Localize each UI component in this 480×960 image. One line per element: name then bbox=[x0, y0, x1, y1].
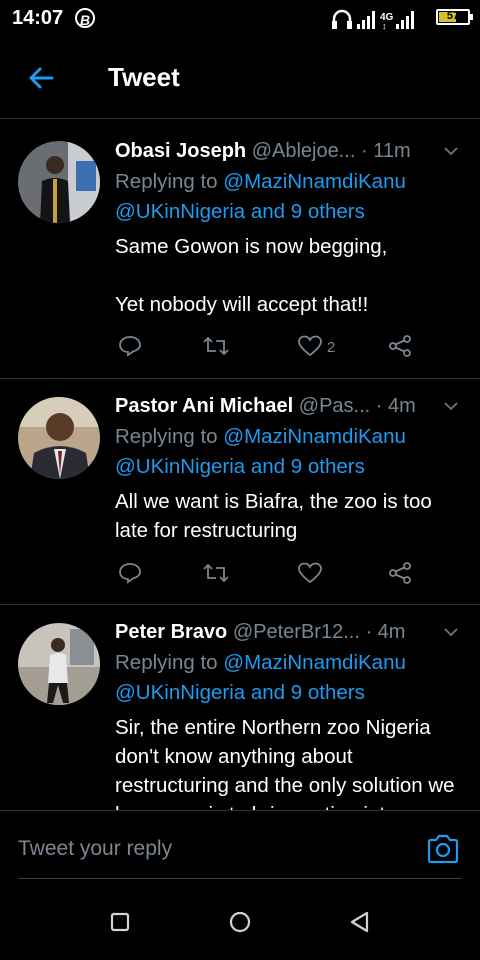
tweet-header: Pastor Ani Michael @Pas... · 4m bbox=[115, 395, 466, 418]
chevron-down-icon[interactable] bbox=[444, 399, 458, 413]
replying-to-label: Replying to bbox=[115, 425, 224, 448]
author-handle: @Pas... bbox=[298, 395, 371, 417]
back-arrow-icon[interactable] bbox=[26, 60, 58, 96]
share-icon[interactable] bbox=[387, 334, 413, 358]
replying-to-label: Replying to bbox=[115, 170, 224, 193]
author-name[interactable]: Obasi Joseph bbox=[115, 140, 246, 162]
reply-input[interactable]: Tweet your reply bbox=[18, 837, 172, 861]
like-button[interactable]: 2 bbox=[297, 334, 335, 363]
reply-others-link[interactable]: @UKinNigeria and 9 others bbox=[115, 681, 365, 704]
replying-to-label: Replying to bbox=[115, 651, 224, 674]
avatar[interactable] bbox=[18, 397, 100, 479]
home-circle-icon[interactable] bbox=[228, 910, 252, 934]
reply-mention[interactable]: @MaziNnamdiKanu bbox=[223, 425, 406, 448]
heart-icon bbox=[298, 335, 322, 357]
tweet-text: Sir, the entire Northern zoo Nigeria don… bbox=[115, 716, 455, 810]
tweet-header: Obasi Joseph @Ablejoe... · 11m bbox=[115, 140, 466, 163]
reply-icon[interactable] bbox=[118, 334, 142, 358]
replying-to: Replying to @MaziNnamdiKanu bbox=[115, 425, 406, 449]
retweet-icon[interactable] bbox=[203, 334, 229, 358]
reply-others: @UKinNigeria and 9 others bbox=[115, 455, 365, 479]
tweet-text: All we want is Biafra, the zoo is too la… bbox=[115, 490, 432, 542]
avatar[interactable] bbox=[18, 623, 100, 705]
reply-others: @UKinNigeria and 9 others bbox=[115, 200, 365, 224]
top-app-bar: Tweet bbox=[0, 38, 480, 119]
tweet-actions: 2 bbox=[115, 334, 425, 364]
tweet-text: Same Gowon is now begging, Yet nobody wi… bbox=[115, 235, 388, 316]
status-bar: 14:07 B 4G ↕ 57 bbox=[0, 0, 480, 38]
tweet-item[interactable]: Pastor Ani Michael @Pas... · 4m Replying… bbox=[0, 379, 480, 605]
like-button[interactable] bbox=[297, 561, 323, 590]
reply-icon[interactable] bbox=[118, 561, 142, 585]
tweet-header: Peter Bravo @PeterBr12... · 4m bbox=[115, 621, 466, 644]
reply-mention[interactable]: @MaziNnamdiKanu bbox=[223, 170, 406, 193]
reply-others-link[interactable]: @UKinNigeria and 9 others bbox=[115, 200, 365, 223]
author-name[interactable]: Pastor Ani Michael bbox=[115, 395, 293, 417]
like-count: 2 bbox=[327, 339, 336, 356]
system-nav-bar bbox=[0, 882, 480, 960]
tweet-time: · 4m bbox=[365, 621, 406, 643]
avatar[interactable] bbox=[18, 141, 100, 223]
reply-input-underline bbox=[18, 878, 462, 879]
reply-mention[interactable]: @MaziNnamdiKanu bbox=[223, 651, 406, 674]
battery-level: 57 bbox=[446, 10, 460, 22]
heart-icon bbox=[298, 562, 322, 584]
tweet-item[interactable]: Peter Bravo @PeterBr12... · 4m Replying … bbox=[0, 605, 480, 810]
status-time: 14:07 bbox=[12, 7, 64, 29]
retweet-icon[interactable] bbox=[203, 561, 229, 585]
recents-square-icon[interactable] bbox=[108, 910, 132, 934]
reply-composer: Tweet your reply bbox=[0, 810, 480, 883]
replying-to: Replying to @MaziNnamdiKanu bbox=[115, 170, 406, 194]
share-icon[interactable] bbox=[387, 561, 413, 585]
replying-to: Replying to @MaziNnamdiKanu bbox=[115, 651, 406, 675]
reply-others: @UKinNigeria and 9 others bbox=[115, 681, 365, 705]
tweet-actions bbox=[115, 561, 425, 591]
chevron-down-icon[interactable] bbox=[444, 144, 458, 158]
tweet-time: · 11m bbox=[360, 140, 411, 162]
author-name[interactable]: Peter Bravo bbox=[115, 621, 227, 643]
back-triangle-icon[interactable] bbox=[348, 910, 372, 934]
author-handle: @PeterBr12... bbox=[232, 621, 360, 643]
signal-icons: 4G ↕ bbox=[332, 9, 414, 31]
bitcoin-icon: B bbox=[75, 8, 95, 28]
tweet-time: · 4m bbox=[375, 395, 416, 417]
chevron-down-icon[interactable] bbox=[444, 625, 458, 639]
author-handle: @Ablejoe... bbox=[251, 140, 356, 162]
page-title: Tweet bbox=[108, 62, 180, 92]
battery-icon: 57 bbox=[436, 9, 473, 25]
camera-icon[interactable] bbox=[426, 833, 460, 865]
tweet-item[interactable]: Obasi Joseph @Ablejoe... · 11m Replying … bbox=[0, 124, 480, 379]
reply-others-link[interactable]: @UKinNigeria and 9 others bbox=[115, 455, 365, 478]
svg-text:↕: ↕ bbox=[382, 21, 387, 31]
